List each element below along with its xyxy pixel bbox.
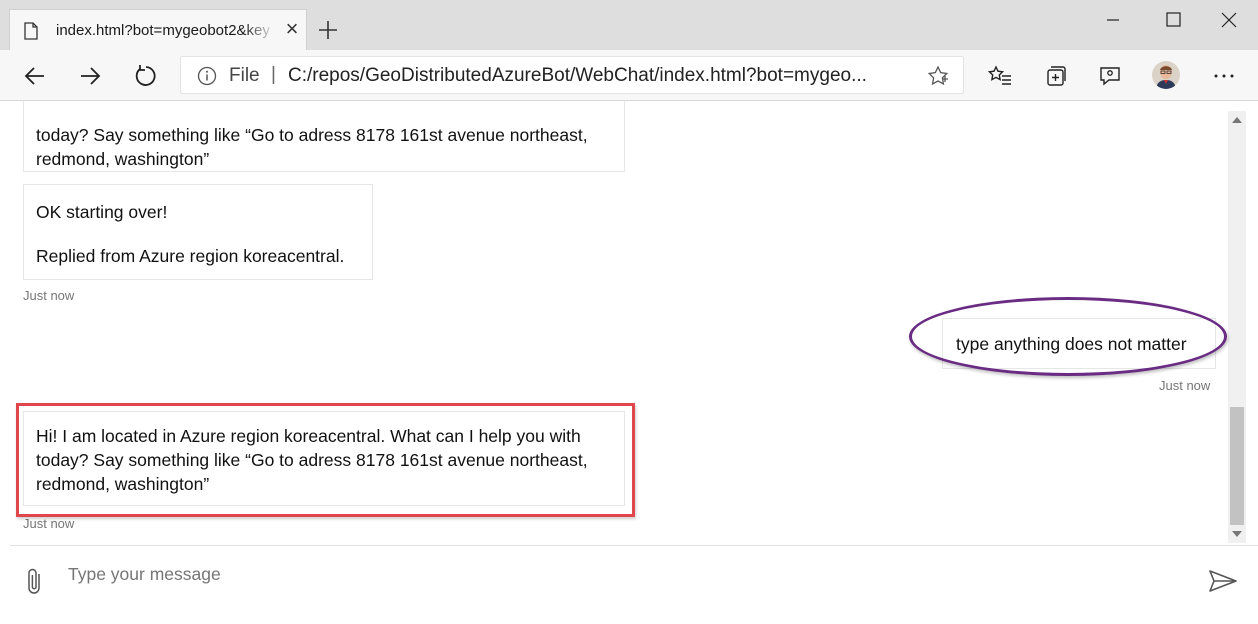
maximize-icon[interactable] xyxy=(1161,10,1185,30)
plus-icon[interactable] xyxy=(316,18,340,42)
info-icon[interactable] xyxy=(197,66,217,86)
bot-message: OK starting over! Replied from Azure reg… xyxy=(23,184,373,280)
star-icon[interactable] xyxy=(927,65,949,87)
url-text[interactable]: C:/repos/GeoDistributedAzureBot/WebChat/… xyxy=(288,65,903,87)
message-timestamp: Just now xyxy=(23,516,75,531)
navigation-bar: File | C:/repos/GeoDistributedAzureBot/W… xyxy=(0,50,1258,101)
message-line: redmond, washington” xyxy=(36,149,210,169)
scrollbar-thumb[interactable] xyxy=(1230,407,1244,525)
minimize-icon[interactable] xyxy=(1101,10,1125,30)
highlight-box xyxy=(16,403,635,517)
send-box xyxy=(10,545,1258,624)
forward-icon[interactable] xyxy=(77,63,103,89)
tab-title: index.html?bot=mygeobot2&key xyxy=(56,22,270,39)
message-line: today? Say something like “Go to adress … xyxy=(36,125,588,145)
refresh-icon[interactable] xyxy=(132,63,158,89)
avatar[interactable] xyxy=(1152,61,1180,89)
favorites-icon[interactable] xyxy=(987,63,1013,89)
more-icon[interactable] xyxy=(1211,63,1237,89)
message-timestamp: Just now xyxy=(1159,378,1211,393)
scrollbar[interactable] xyxy=(1228,111,1246,543)
attach-icon[interactable] xyxy=(24,566,46,598)
scroll-down-icon[interactable] xyxy=(1232,531,1242,537)
send-icon[interactable] xyxy=(1208,568,1238,594)
address-scheme: File xyxy=(229,65,260,86)
close-icon[interactable]: × xyxy=(282,18,302,40)
message-input[interactable] xyxy=(68,558,1188,590)
address-separator: | xyxy=(271,64,276,85)
collections-icon[interactable] xyxy=(1042,63,1068,89)
scroll-up-icon[interactable] xyxy=(1232,117,1242,123)
bot-message: today? Say something like “Go to adress … xyxy=(23,101,625,172)
message-line: Replied from Azure region koreacentral. xyxy=(36,246,345,266)
title-bar: index.html?bot=mygeobot2&key × xyxy=(0,0,1258,50)
share-icon[interactable] xyxy=(1097,63,1123,89)
back-icon[interactable] xyxy=(22,63,48,89)
address-bar[interactable]: File | C:/repos/GeoDistributedAzureBot/W… xyxy=(180,56,964,94)
browser-tab[interactable]: index.html?bot=mygeobot2&key × xyxy=(9,9,307,50)
window-close-icon[interactable] xyxy=(1217,10,1241,30)
highlight-ellipse xyxy=(909,297,1227,376)
message-line: OK starting over! xyxy=(36,202,168,222)
message-timestamp: Just now xyxy=(23,288,75,303)
page-icon xyxy=(24,22,38,40)
